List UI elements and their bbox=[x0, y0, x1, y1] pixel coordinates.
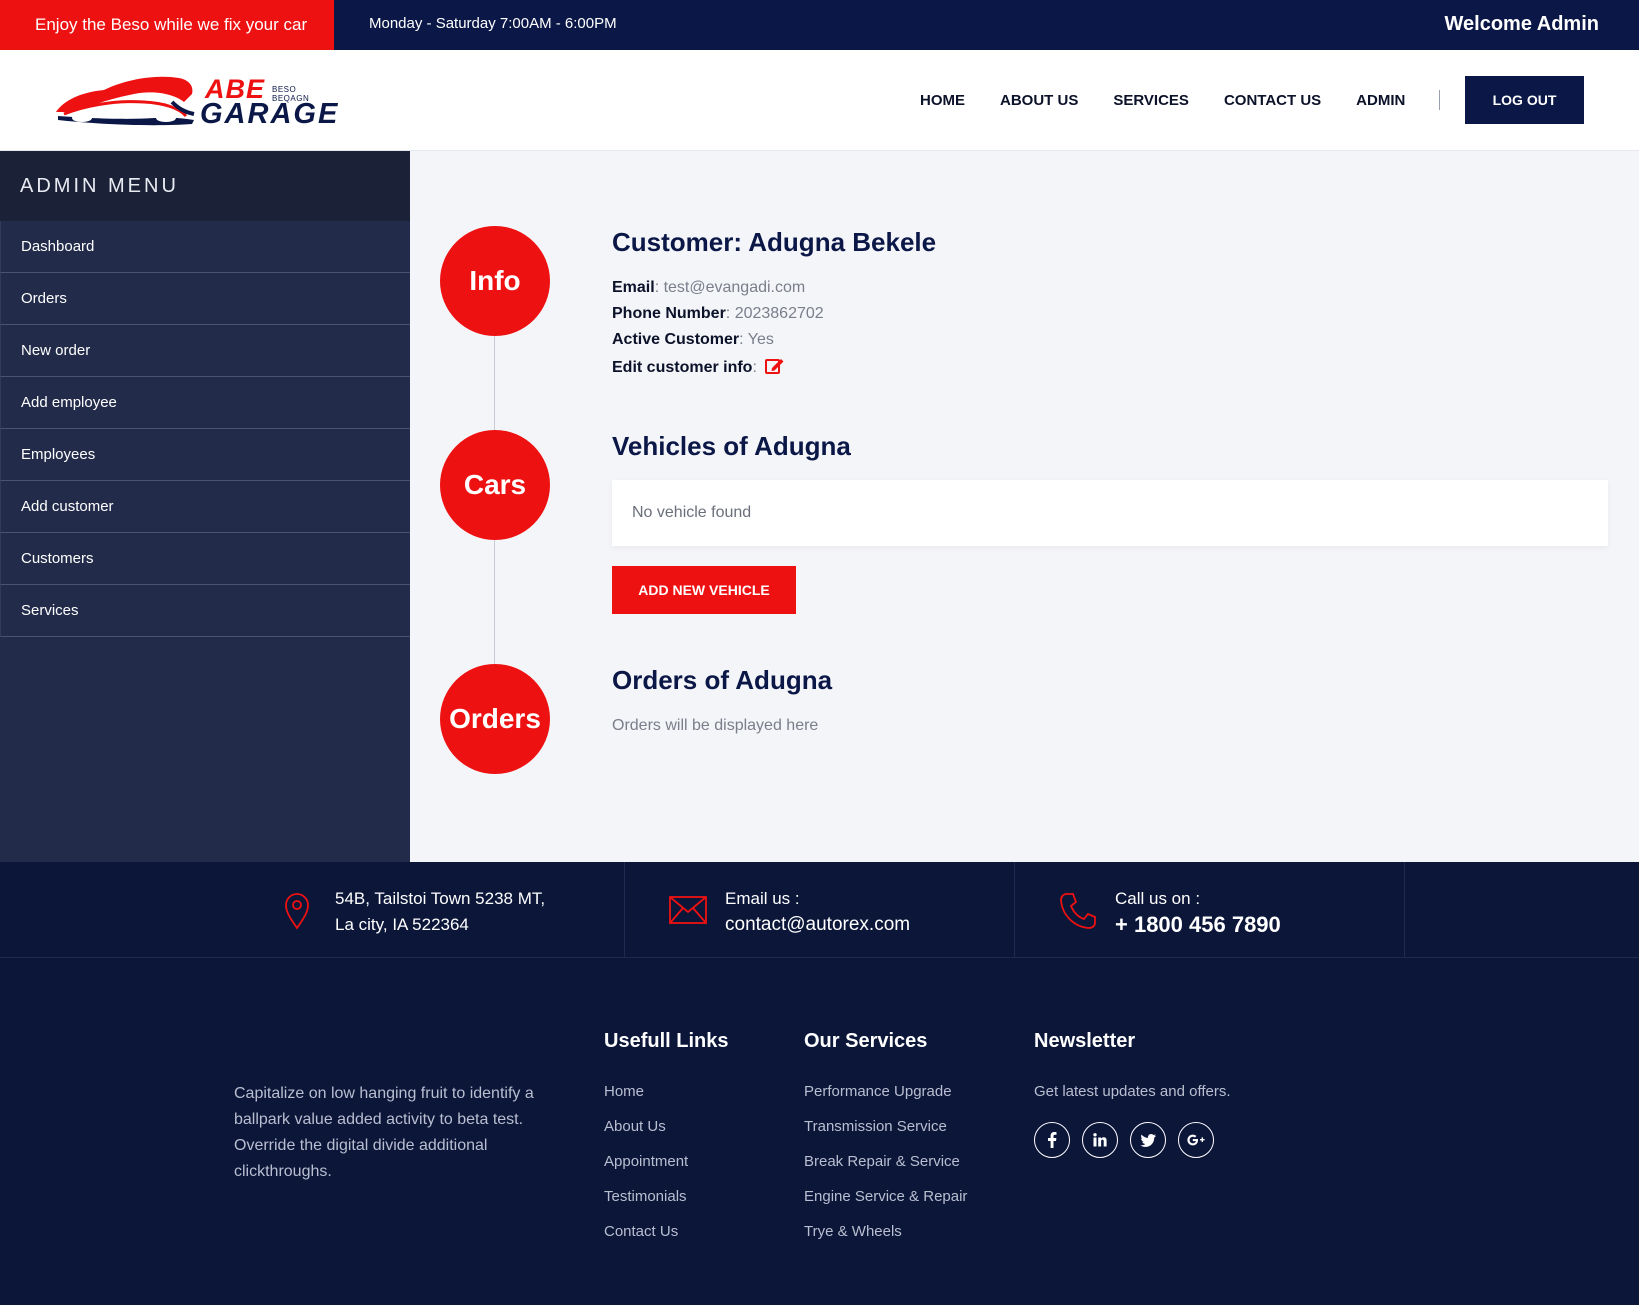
footer-service-break-repair[interactable]: Break Repair & Service bbox=[804, 1153, 967, 1188]
email-label-text: Email us : bbox=[725, 889, 800, 908]
sidebar-item-services[interactable]: Services bbox=[0, 585, 410, 637]
address-line-2: La city, IA 522364 bbox=[335, 915, 469, 934]
footer-service-transmission[interactable]: Transmission Service bbox=[804, 1118, 967, 1153]
promo-text: Enjoy the Beso while we fix your car bbox=[0, 0, 334, 50]
customer-title: Customer: Adugna Bekele bbox=[612, 227, 937, 257]
contact-strip: 54B, Tailstoi Town 5238 MT, La city, IA … bbox=[0, 862, 1639, 958]
edit-label: Edit customer info bbox=[612, 359, 753, 376]
useful-links-title: Usefull Links bbox=[604, 1030, 729, 1052]
sidebar-item-orders[interactable]: Orders bbox=[0, 273, 410, 325]
phone-label-text: Call us on : bbox=[1115, 889, 1201, 908]
contact-phone[interactable]: + 1800 456 7890 bbox=[1115, 912, 1281, 938]
sidebar-item-dashboard[interactable]: Dashboard bbox=[0, 221, 410, 273]
orders-placeholder: Orders will be displayed here bbox=[612, 717, 819, 734]
footer-service-engine[interactable]: Engine Service & Repair bbox=[804, 1188, 967, 1223]
newsletter-text: Get latest updates and offers. bbox=[1034, 1083, 1231, 1100]
site-footer: Capitalize on low hanging fruit to ident… bbox=[0, 958, 1639, 1305]
info-circle: Info bbox=[440, 226, 550, 336]
phone-block: Call us on : + 1800 456 7890 bbox=[1015, 862, 1405, 958]
footer-newsletter: Newsletter Get latest updates and offers… bbox=[1034, 1030, 1231, 1158]
active-label: Active Customer bbox=[612, 331, 740, 348]
footer-link-home[interactable]: Home bbox=[604, 1083, 728, 1118]
google-plus-icon[interactable] bbox=[1178, 1122, 1214, 1158]
orders-title: Orders of Adugna bbox=[612, 665, 833, 695]
customer-phone: 2023862702 bbox=[734, 305, 824, 322]
customer-active-line: Active Customer: Yes bbox=[612, 331, 774, 348]
vehicles-title: Vehicles of Adugna bbox=[612, 431, 851, 461]
facebook-icon[interactable] bbox=[1034, 1122, 1070, 1158]
customer-edit-line: Edit customer info: bbox=[612, 357, 785, 380]
sidebar-item-add-employee[interactable]: Add employee bbox=[0, 377, 410, 429]
nav-divider bbox=[1439, 90, 1441, 110]
sidebar-item-add-customer[interactable]: Add customer bbox=[0, 481, 410, 533]
twitter-icon[interactable] bbox=[1130, 1122, 1166, 1158]
top-bar: Enjoy the Beso while we fix your car Mon… bbox=[0, 0, 1639, 50]
footer-link-about-us[interactable]: About Us bbox=[604, 1118, 728, 1153]
admin-sidebar: ADMIN MENU Dashboard Orders New order Ad… bbox=[0, 151, 410, 862]
cars-circle: Cars bbox=[440, 430, 550, 540]
logo[interactable]: ABE BESO BEQAGN GARAGE bbox=[54, 72, 337, 130]
nav-contact-us[interactable]: CONTACT US bbox=[1224, 92, 1321, 109]
envelope-icon bbox=[669, 896, 707, 929]
logo-garage-text: GARAGE bbox=[200, 98, 340, 130]
linkedin-icon[interactable] bbox=[1082, 1122, 1118, 1158]
phone-text: Call us on : + 1800 456 7890 bbox=[1115, 886, 1281, 938]
nav-home[interactable]: HOME bbox=[920, 92, 965, 109]
footer-link-appointment[interactable]: Appointment bbox=[604, 1153, 728, 1188]
footer-link-testimonials[interactable]: Testimonials bbox=[604, 1188, 728, 1223]
main-nav: HOME ABOUT US SERVICES CONTACT US ADMIN bbox=[920, 50, 1441, 150]
nav-about-us[interactable]: ABOUT US bbox=[1000, 92, 1078, 109]
social-links bbox=[1034, 1122, 1231, 1158]
email-label: Email bbox=[612, 279, 655, 296]
address-block: 54B, Tailstoi Town 5238 MT, La city, IA … bbox=[234, 862, 625, 958]
logout-button[interactable]: LOG OUT bbox=[1465, 76, 1584, 124]
orders-circle: Orders bbox=[440, 664, 550, 774]
phone-label: Phone Number bbox=[612, 305, 726, 322]
sidebar-title: ADMIN MENU bbox=[0, 151, 410, 221]
footer-link-contact-us[interactable]: Contact Us bbox=[604, 1223, 728, 1258]
sidebar-item-employees[interactable]: Employees bbox=[0, 429, 410, 481]
footer-useful-links: Usefull Links Home About Us Appointment … bbox=[604, 1030, 728, 1258]
add-vehicle-button[interactable]: ADD NEW VEHICLE bbox=[612, 566, 796, 614]
nav-admin[interactable]: ADMIN bbox=[1356, 92, 1405, 109]
newsletter-title: Newsletter bbox=[1034, 1030, 1136, 1052]
opening-hours: Monday - Saturday 7:00AM - 6:00PM bbox=[369, 15, 617, 32]
site-header: ABE BESO BEQAGN GARAGE HOME ABOUT US SER… bbox=[0, 50, 1639, 151]
phone-icon bbox=[1059, 892, 1097, 935]
contact-email[interactable]: contact@autorex.com bbox=[725, 912, 910, 938]
footer-about-text: Capitalize on low hanging fruit to ident… bbox=[234, 1085, 534, 1180]
footer-service-tyre-wheels[interactable]: Trye & Wheels bbox=[804, 1223, 967, 1258]
location-pin-icon bbox=[284, 892, 310, 935]
our-services-title: Our Services bbox=[804, 1030, 928, 1052]
customer-email-line: Email: test@evangadi.com bbox=[612, 279, 806, 296]
email-text: Email us : contact@autorex.com bbox=[725, 886, 910, 938]
sidebar-item-customers[interactable]: Customers bbox=[0, 533, 410, 585]
sidebar-item-new-order[interactable]: New order bbox=[0, 325, 410, 377]
customer-profile: Info Customer: Adugna Bekele Email: test… bbox=[410, 151, 1639, 862]
customer-email: test@evangadi.com bbox=[663, 279, 806, 296]
address-text: 54B, Tailstoi Town 5238 MT, La city, IA … bbox=[335, 886, 545, 938]
welcome-text: Welcome Admin bbox=[1444, 13, 1599, 35]
customer-phone-line: Phone Number: 2023862702 bbox=[612, 305, 824, 322]
vehicles-empty-box: No vehicle found bbox=[612, 480, 1608, 546]
edit-icon[interactable] bbox=[765, 357, 785, 380]
footer-our-services: Our Services Performance Upgrade Transmi… bbox=[804, 1030, 967, 1258]
nav-services[interactable]: SERVICES bbox=[1113, 92, 1189, 109]
address-line-1: 54B, Tailstoi Town 5238 MT, bbox=[335, 889, 546, 908]
customer-active: Yes bbox=[747, 331, 774, 348]
footer-service-performance[interactable]: Performance Upgrade bbox=[804, 1083, 967, 1118]
email-block: Email us : contact@autorex.com bbox=[625, 862, 1015, 958]
car-logo-icon bbox=[56, 76, 195, 126]
